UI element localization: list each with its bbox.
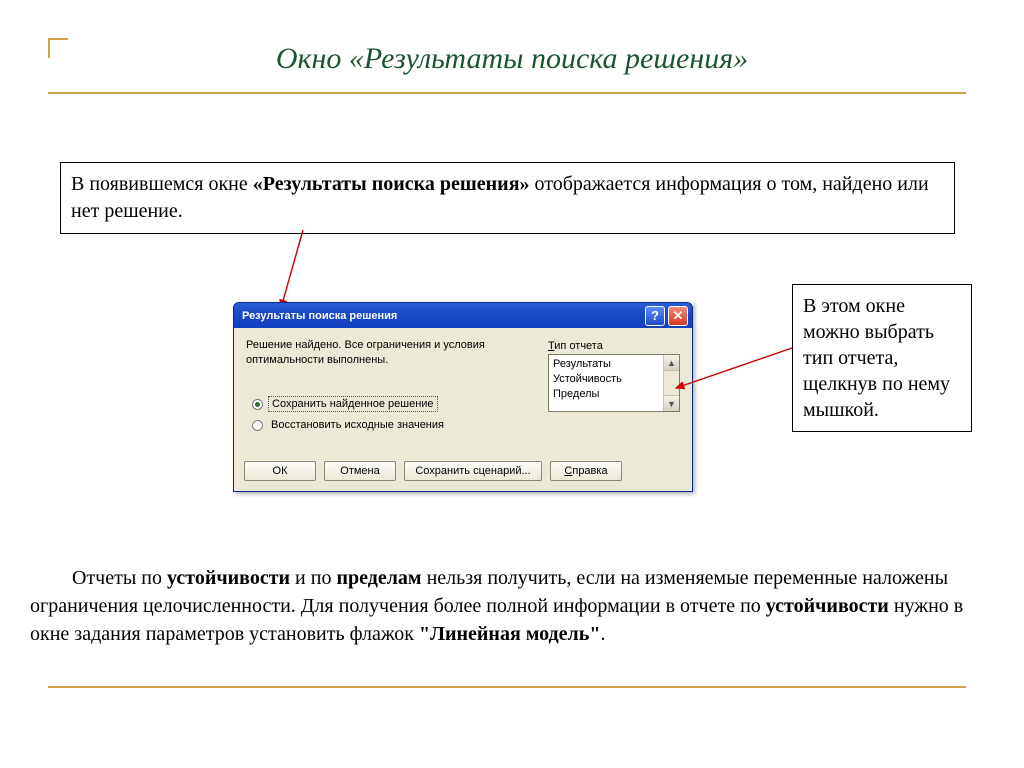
- list-item[interactable]: Устойчивость: [553, 372, 675, 387]
- list-item[interactable]: Пределы: [553, 387, 675, 402]
- scroll-down-button[interactable]: ▼: [664, 395, 679, 411]
- close-icon: ✕: [673, 308, 684, 324]
- radio-group: Сохранить найденное решение Восстановить…: [252, 396, 447, 438]
- intro-text-pre: В появившемся окне: [71, 173, 253, 195]
- intro-text-bold: «Результаты поиска решения»: [253, 173, 530, 195]
- intro-callout: В появившемся окне «Результаты поиска ре…: [60, 162, 955, 234]
- report-type-listbox[interactable]: Результаты Устойчивость Пределы ▲ ▼: [548, 354, 680, 412]
- report-type-label: Тип отчета: [548, 340, 680, 352]
- title-rule: [48, 92, 966, 94]
- radio-keep-label: Сохранить найденное решение: [268, 396, 438, 412]
- arrow-to-titlebar: [275, 230, 315, 312]
- chevron-down-icon: ▼: [667, 399, 676, 409]
- list-item[interactable]: Результаты: [553, 357, 675, 372]
- listbox-scrollbar[interactable]: ▲ ▼: [663, 355, 679, 411]
- titlebar-help-button[interactable]: ?: [645, 306, 665, 326]
- radio-restore-values[interactable]: Восстановить исходные значения: [252, 418, 447, 432]
- dialog-body: Решение найдено. Все ограничения и услов…: [233, 328, 693, 492]
- side-callout: В этом окне можно выбрать тип отчета, ще…: [792, 284, 972, 432]
- bottom-rule: [48, 686, 966, 688]
- scroll-up-button[interactable]: ▲: [664, 355, 679, 371]
- solver-status-message: Решение найдено. Все ограничения и услов…: [246, 338, 541, 368]
- save-scenario-button[interactable]: Сохранить сценарий...: [404, 461, 542, 481]
- report-type-group: Тип отчета Результаты Устойчивость Преде…: [548, 340, 680, 412]
- body-paragraph: Отчеты по устойчивости и по пределам нел…: [30, 564, 980, 648]
- radio-icon: [252, 420, 263, 431]
- chevron-up-icon: ▲: [667, 358, 676, 368]
- help-icon: ?: [651, 308, 659, 323]
- radio-keep-solution[interactable]: Сохранить найденное решение: [252, 396, 447, 412]
- ok-button[interactable]: ОК: [244, 461, 316, 481]
- radio-icon: [252, 399, 263, 410]
- radio-restore-label: Восстановить исходные значения: [268, 418, 447, 432]
- cancel-button[interactable]: Отмена: [324, 461, 396, 481]
- solver-results-dialog: Результаты поиска решения ? ✕ Решение на…: [233, 302, 693, 492]
- dialog-button-row: ОК Отмена Сохранить сценарий... Справка: [244, 461, 622, 481]
- titlebar-close-button[interactable]: ✕: [668, 306, 688, 326]
- page-title: Окно «Результаты поиска решения»: [0, 42, 1024, 76]
- dialog-title: Результаты поиска решения: [242, 310, 397, 322]
- help-button[interactable]: Справка: [550, 461, 622, 481]
- dialog-titlebar[interactable]: Результаты поиска решения ? ✕: [233, 302, 693, 328]
